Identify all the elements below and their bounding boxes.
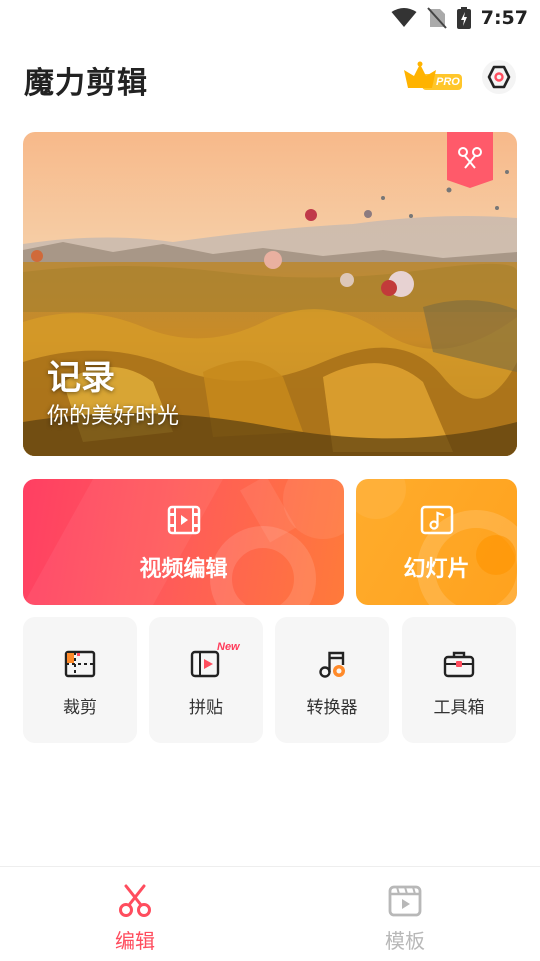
toolbox-icon (443, 651, 475, 678)
nav-item-edit[interactable]: 编辑 (0, 867, 270, 961)
slideshow-label: 幻灯片 (403, 557, 470, 582)
settings-button[interactable] (482, 60, 516, 94)
settings-icon (487, 65, 511, 89)
collage-icon (190, 650, 220, 678)
music-note-icon (420, 505, 453, 535)
crop-icon (64, 650, 96, 678)
battery-charging-icon (456, 7, 471, 29)
card-decoration (23, 479, 344, 605)
scissors-icon (119, 884, 151, 917)
scissors-tag-icon (447, 132, 493, 188)
bottom-navigation: 编辑 模板 (0, 866, 540, 961)
music-converter-icon (319, 651, 345, 678)
hero-title: 记录 (47, 358, 115, 398)
nav-label-templates: 模板 (385, 929, 425, 953)
pro-label: PRO (436, 76, 460, 88)
video-edit-card[interactable]: 视频编辑 (23, 479, 344, 605)
tool-label: 转换器 (306, 698, 358, 718)
hero-subtitle: 你的美好时光 (47, 404, 180, 429)
tool-converter[interactable]: 转换器 (275, 617, 389, 743)
tool-collage[interactable]: New 拼贴 (149, 617, 263, 743)
tool-label: 拼贴 (189, 698, 223, 718)
slideshow-card[interactable]: 幻灯片 (356, 479, 517, 605)
tool-toolbox[interactable]: 工具箱 (402, 617, 516, 743)
film-strip-icon (167, 505, 200, 535)
nav-label-edit: 编辑 (115, 929, 155, 953)
tool-crop[interactable]: 裁剪 (23, 617, 137, 743)
video-edit-label: 视频编辑 (139, 557, 228, 582)
wifi-icon (391, 8, 417, 27)
card-decoration (356, 479, 517, 605)
hero-banner[interactable]: 记录 你的美好时光 (23, 132, 517, 456)
no-sim-icon (426, 7, 447, 29)
app-title: 魔力剪辑 (24, 66, 148, 101)
film-template-icon (388, 885, 422, 917)
nav-item-templates[interactable]: 模板 (270, 867, 540, 961)
tool-label: 裁剪 (63, 698, 97, 718)
tool-label: 工具箱 (433, 698, 485, 718)
pro-crown-button[interactable]: PRO (402, 60, 464, 96)
status-time: 7:57 (480, 7, 528, 29)
status-bar: 7:57 (0, 0, 540, 36)
